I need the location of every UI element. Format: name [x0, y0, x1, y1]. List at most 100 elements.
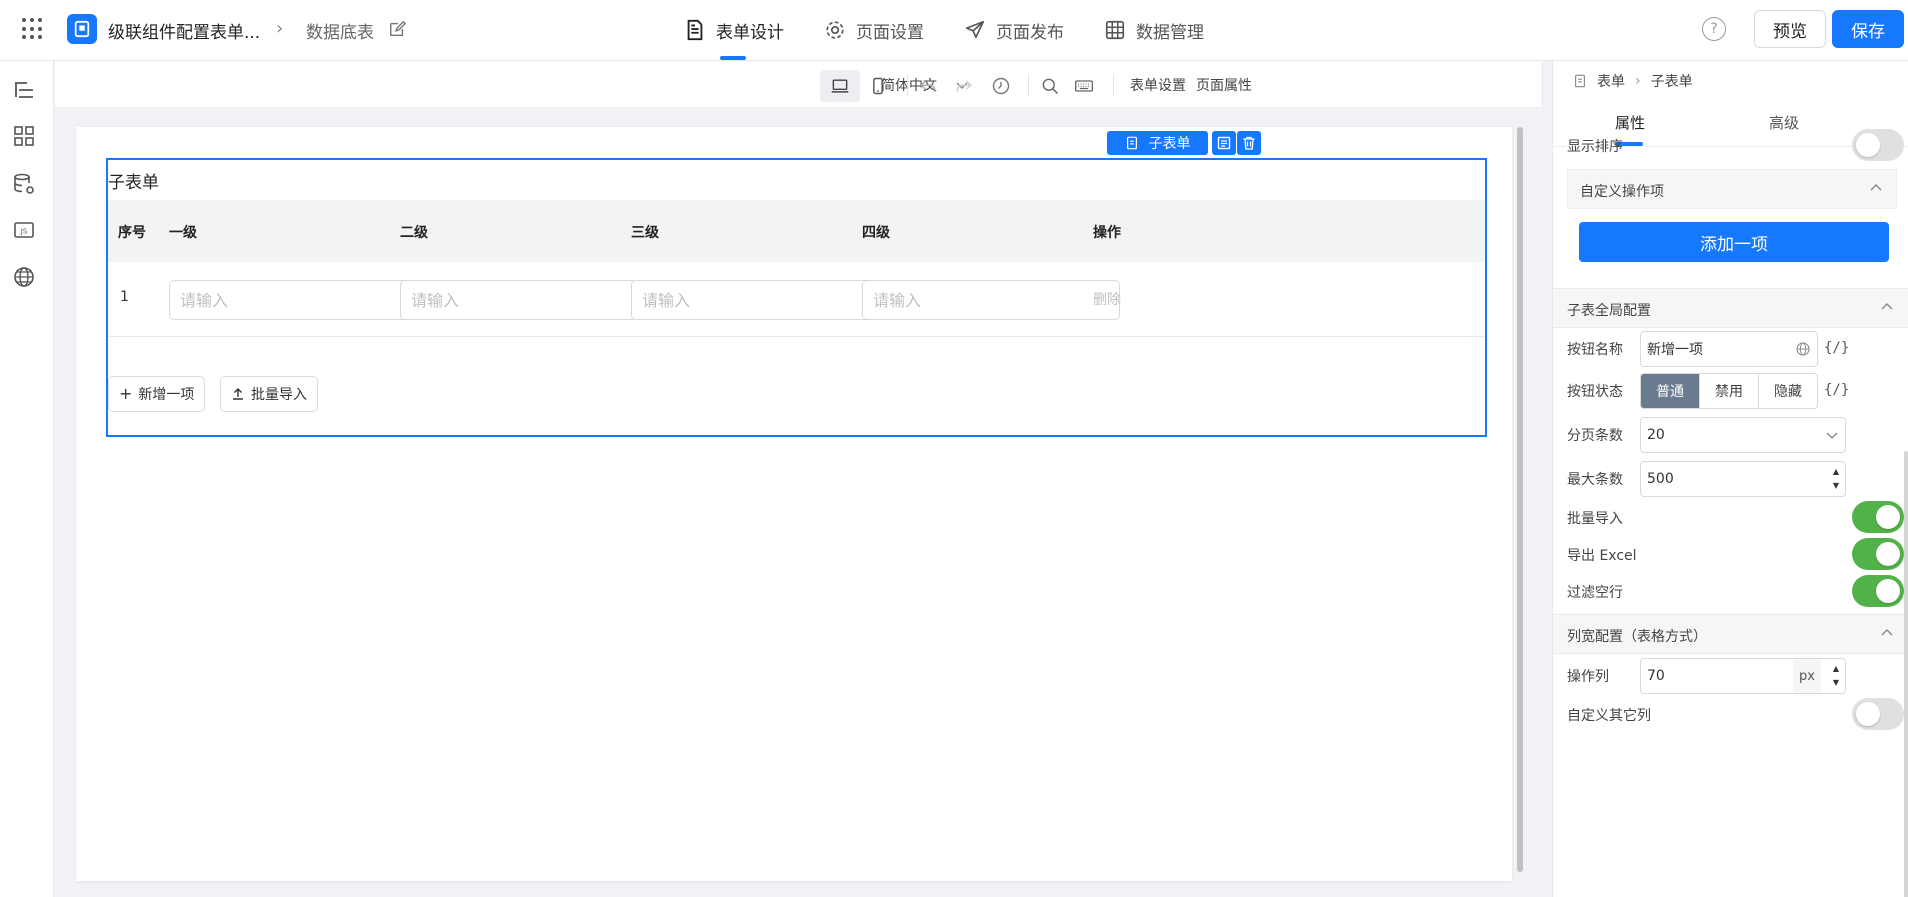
section-title: 子表全局配置: [1567, 303, 1651, 319]
show-sort-label: 显示排序: [1567, 139, 1623, 155]
database-settings-icon[interactable]: [11, 171, 37, 197]
subform-title: 子表单: [108, 173, 159, 193]
mobile-view-icon[interactable]: [858, 70, 898, 102]
redo-icon[interactable]: [944, 70, 984, 102]
export-excel-toggle[interactable]: [1852, 538, 1904, 570]
add-row-button[interactable]: + 新增一项: [108, 376, 206, 412]
send-icon: [965, 20, 985, 39]
breadcrumb-data-table[interactable]: 数据底表: [306, 18, 374, 43]
expression-button[interactable]: {/}: [1824, 382, 1849, 398]
page-size-label: 分页条数: [1567, 428, 1623, 444]
app-logo-icon: [67, 14, 97, 44]
level-4-input[interactable]: [862, 280, 1120, 320]
row-index: 1: [120, 289, 129, 305]
app-title[interactable]: 级联组件配置表单...: [108, 18, 260, 43]
chevron-down-icon: [1826, 432, 1838, 439]
badge-label: 子表单: [1148, 136, 1191, 152]
tab-label: 页面设置: [856, 22, 924, 43]
copy-component-icon[interactable]: [1212, 131, 1236, 155]
breadcrumb-current: 子表单: [1650, 74, 1693, 90]
tab-page-publish[interactable]: 页面发布: [964, 0, 1064, 60]
trash-icon[interactable]: [1237, 131, 1261, 155]
filter-empty-label: 过滤空行: [1567, 585, 1623, 601]
bulk-import-toggle[interactable]: [1852, 501, 1904, 533]
column-width-section-header[interactable]: 列宽配置（表格方式）: [1553, 614, 1908, 654]
undo-icon[interactable]: [908, 70, 948, 102]
page-properties-link[interactable]: 页面属性: [1196, 75, 1252, 95]
subform-component[interactable]: 子表单 序号 一级 二级 三级 四级 操作 1 删除 + 新增一项: [106, 158, 1487, 437]
help-icon[interactable]: ?: [1702, 17, 1726, 41]
page-size-select[interactable]: 20: [1640, 417, 1846, 453]
max-rows-value[interactable]: [1647, 471, 1839, 487]
add-row-label: 新增一项: [138, 387, 195, 403]
unit-suffix: px: [1793, 659, 1821, 693]
preview-button[interactable]: 预览: [1754, 10, 1826, 48]
level-2-input[interactable]: [400, 280, 658, 320]
js-code-icon[interactable]: JS: [11, 217, 37, 243]
svg-text:JS: JS: [20, 228, 28, 236]
form-settings-link[interactable]: 表单设置: [1130, 75, 1186, 95]
top-bar: 级联组件配置表单... › 数据底表 表单设计 页面设置 页面发布 数据管理 ?…: [0, 0, 1908, 61]
button-name-value[interactable]: [1647, 341, 1795, 357]
selected-component-badge[interactable]: 子表单: [1107, 131, 1208, 155]
chevron-up-icon: [1881, 629, 1893, 636]
panel-scrollbar[interactable]: [1904, 451, 1908, 897]
components-grid-icon[interactable]: [11, 123, 37, 149]
show-sort-toggle[interactable]: [1852, 129, 1904, 161]
form-document-icon: [1126, 136, 1137, 150]
filter-empty-rows-toggle[interactable]: [1852, 575, 1904, 607]
max-rows-input[interactable]: ▲▼: [1640, 461, 1846, 497]
state-hidden-option[interactable]: 隐藏: [1758, 374, 1817, 408]
custom-ops-section-header[interactable]: 自定义操作项: [1567, 169, 1897, 209]
globe-icon[interactable]: [11, 264, 37, 290]
subform-table-header: 序号 一级 二级 三级 四级 操作: [108, 200, 1485, 262]
number-stepper[interactable]: ▲ ▼: [1831, 465, 1841, 493]
state-disabled-option[interactable]: 禁用: [1699, 374, 1758, 408]
breadcrumb-root[interactable]: 表单: [1597, 71, 1625, 91]
tab-advanced[interactable]: 高级: [1769, 112, 1799, 133]
number-stepper[interactable]: ▲ ▼: [1831, 662, 1841, 690]
left-rail: JS: [0, 61, 54, 897]
outline-tree-icon[interactable]: [11, 77, 37, 103]
desktop-view-icon[interactable]: [820, 70, 860, 102]
state-normal-option[interactable]: 普通: [1641, 374, 1699, 408]
breadcrumb-chevron-icon: ›: [276, 18, 284, 39]
canvas-page: 子表单 子表单 序号 一级 二级 三级 四级 操作 1 请输入 请输入 请输入 …: [76, 127, 1512, 881]
tab-label: 页面发布: [996, 22, 1064, 43]
custom-columns-toggle[interactable]: [1852, 698, 1904, 730]
tab-form-design[interactable]: 表单设计: [684, 0, 784, 60]
edit-icon[interactable]: [388, 20, 406, 38]
button-state-segmented: 普通 禁用 隐藏: [1640, 373, 1818, 409]
bulk-import-button[interactable]: 批量导入: [220, 376, 318, 412]
bulk-import-setting-label: 批量导入: [1567, 511, 1623, 527]
expression-button[interactable]: {/}: [1824, 340, 1849, 356]
add-item-button[interactable]: 添加一项: [1579, 222, 1889, 262]
column-header: 二级: [400, 225, 428, 241]
canvas-toolbar: 简体中文 表单设置 页面属性: [55, 61, 1541, 108]
button-name-input[interactable]: [1640, 331, 1818, 367]
document-icon: [687, 19, 703, 41]
gear-icon: [826, 21, 844, 39]
tab-data-management[interactable]: 数据管理: [1104, 0, 1204, 60]
keyboard-icon[interactable]: [1064, 70, 1104, 102]
custom-columns-label: 自定义其它列: [1567, 708, 1651, 724]
toolbar-divider: [1028, 75, 1029, 97]
delete-row-link[interactable]: 删除: [1093, 289, 1121, 309]
history-clock-icon[interactable]: [981, 70, 1021, 102]
tab-page-settings[interactable]: 页面设置: [824, 0, 924, 60]
globe-icon[interactable]: [1795, 341, 1811, 357]
canvas-scrollbar[interactable]: [1517, 127, 1523, 872]
column-header: 四级: [862, 225, 890, 241]
save-button[interactable]: 保存: [1832, 10, 1904, 48]
export-excel-label: 导出 Excel: [1567, 548, 1637, 564]
op-column-width-input[interactable]: px ▲▼: [1640, 658, 1846, 694]
button-state-label: 按钮状态: [1567, 384, 1623, 400]
chevron-up-icon: [1870, 184, 1882, 191]
global-config-section-header[interactable]: 子表全局配置: [1553, 288, 1908, 328]
level-1-input[interactable]: [169, 280, 427, 320]
main-nav-tabs: 表单设计 页面设置 页面发布 数据管理: [684, 0, 1204, 60]
design-canvas: 子表单 子表单 序号 一级 二级 三级 四级 操作 1 请输入 请输入 请输入 …: [55, 108, 1541, 897]
tab-properties[interactable]: 属性: [1615, 112, 1645, 146]
apps-grid-icon[interactable]: [22, 18, 44, 40]
level-3-input[interactable]: [631, 280, 889, 320]
